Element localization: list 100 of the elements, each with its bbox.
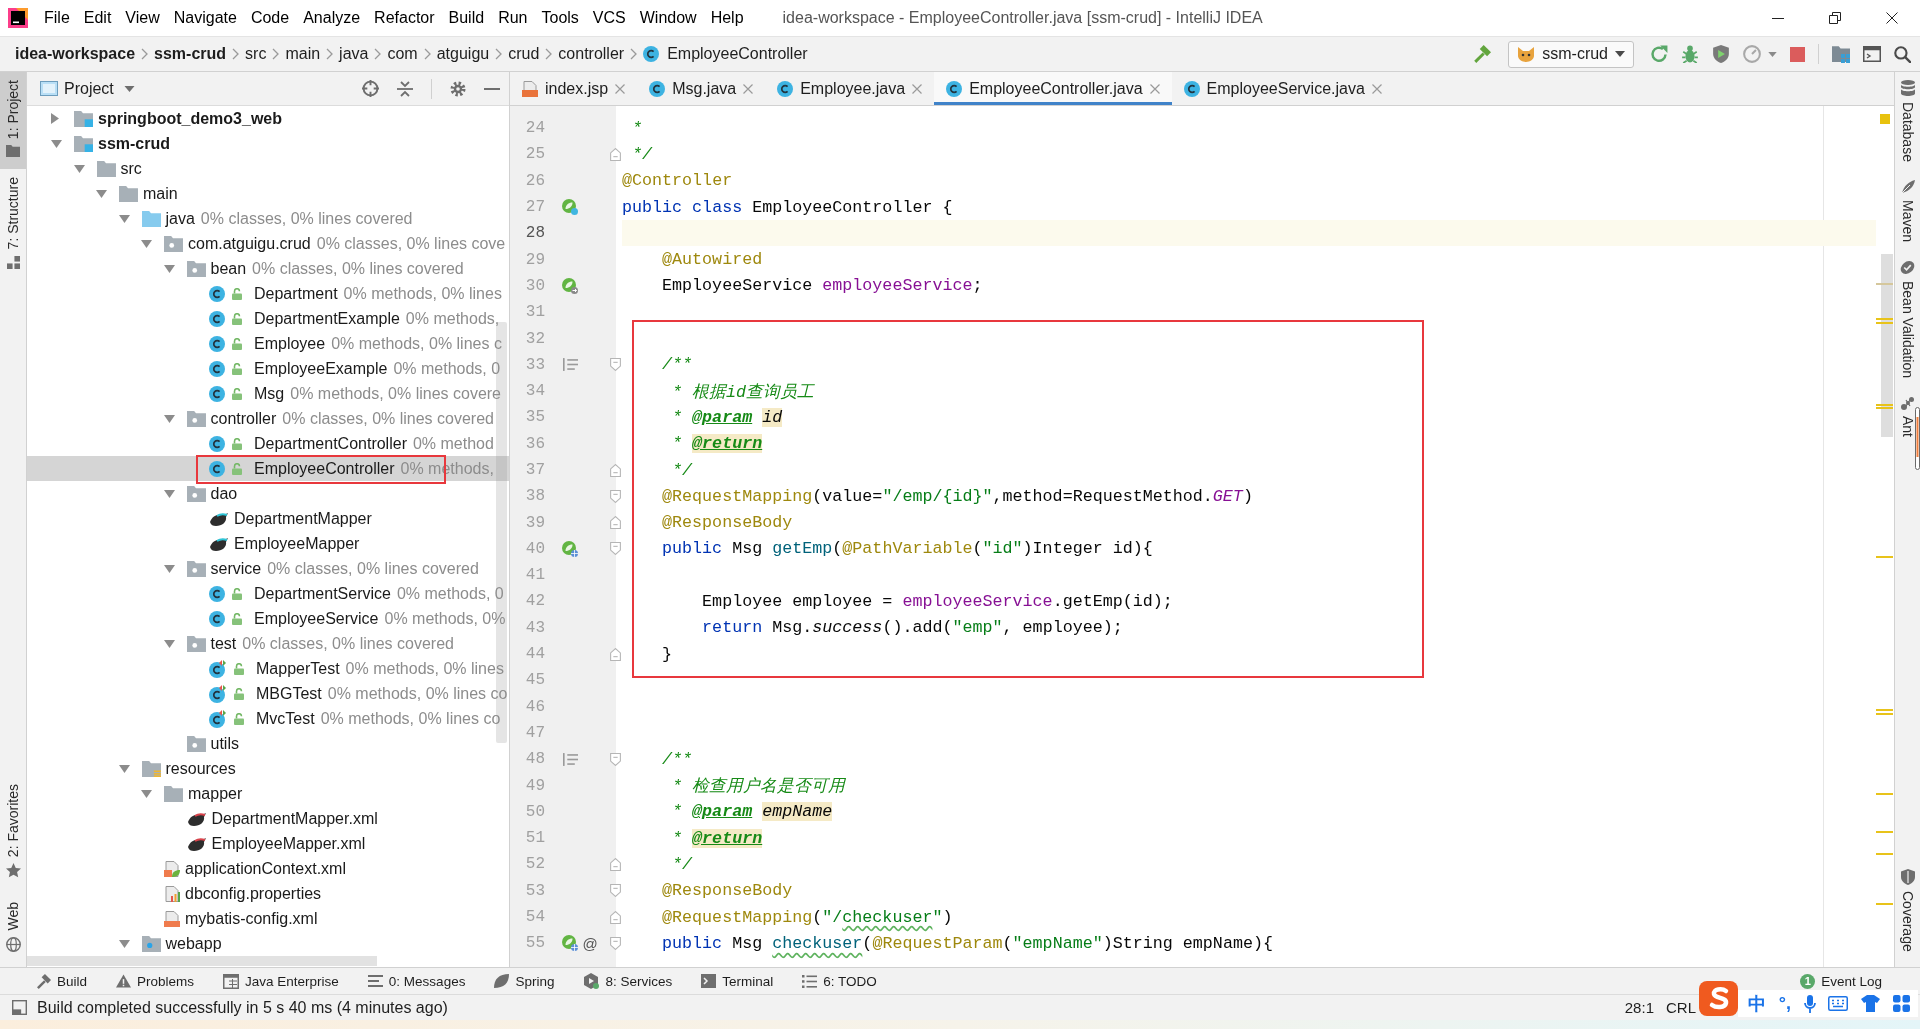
keyboard-icon[interactable] [1828, 996, 1849, 1011]
editor-tab[interactable]: Employee.java [765, 72, 935, 105]
tool-window-button[interactable]: 7: Structure [0, 169, 26, 281]
tree-item[interactable]: DepartmentService 0% methods, 0 [209, 581, 504, 606]
menu-item[interactable]: Refactor [367, 5, 442, 31]
breadcrumb-item[interactable]: atguigu [436, 42, 490, 66]
caret-down-icon[interactable] [1768, 51, 1777, 57]
tool-window-button[interactable]: Ant [1898, 388, 1917, 448]
tool-window-button[interactable]: Build [34, 970, 90, 992]
bug-icon[interactable] [1681, 45, 1699, 63]
tree-item[interactable]: DepartmentMapper.xml [186, 806, 378, 831]
menu-item[interactable]: Run [491, 5, 535, 31]
tree-item[interactable]: DepartmentExample 0% methods, [209, 306, 500, 331]
menu-item[interactable]: Window [632, 5, 704, 31]
tree-item[interactable]: bean 0% classes, 0% lines covered [163, 256, 464, 281]
s-logo-icon[interactable] [1699, 981, 1738, 1016]
menu-item[interactable]: Edit [76, 5, 119, 31]
tool-window-button[interactable]: 0: Messages [365, 970, 468, 992]
tree-item[interactable]: Department 0% methods, 0% lines [209, 281, 502, 306]
tool-window-button[interactable]: Web [0, 896, 26, 967]
menu-item[interactable]: Navigate [166, 5, 244, 31]
tree-item[interactable]: resources [118, 756, 236, 781]
collapse-icon[interactable] [397, 80, 413, 97]
menu-item[interactable]: Code [243, 5, 297, 31]
event-log-button[interactable]: 1 Event Log [1800, 973, 1882, 989]
tree-item[interactable]: EmployeeExample 0% methods, 0 [209, 356, 501, 381]
view-dropdown[interactable]: Project [64, 79, 135, 98]
punctuation-toggle[interactable]: °, [1778, 993, 1791, 1014]
stop-icon[interactable] [1790, 46, 1805, 62]
tool-window-button[interactable]: Problems [114, 970, 197, 992]
breadcrumb-item[interactable]: idea-workspace [15, 42, 136, 66]
panel-toggle-icon[interactable] [12, 1000, 27, 1015]
editor-tab[interactable]: Msg.java [637, 72, 766, 105]
tree-item[interactable]: DepartmentMapper [209, 506, 372, 531]
menu-item[interactable]: File [37, 5, 77, 31]
breadcrumb-item[interactable]: EmployeeController [643, 42, 808, 66]
tree-item[interactable]: service 0% classes, 0% lines covered [163, 556, 479, 581]
menu-item[interactable]: Build [441, 5, 492, 31]
grid-icon[interactable] [1892, 995, 1910, 1012]
shirt-icon[interactable] [1861, 995, 1881, 1012]
tree-item[interactable]: mybatis-config.xml [164, 906, 318, 931]
breadcrumb-item[interactable]: com [387, 42, 418, 66]
tree-item[interactable]: mapper [141, 781, 243, 806]
tree-item[interactable]: main [96, 181, 178, 206]
editor-tab[interactable]: index.jsp [510, 72, 638, 105]
tool-window-button[interactable]: Java Enterprise [221, 970, 341, 992]
line-separator[interactable]: CRL [1666, 999, 1696, 1016]
tree-item[interactable]: EmployeeMapper [209, 531, 360, 556]
minimize-icon[interactable] [1771, 17, 1784, 19]
tree-item[interactable]: webapp [118, 931, 222, 956]
tree-item[interactable]: MBGTest 0% methods, 0% lines co [209, 681, 508, 706]
tool-window-button[interactable]: 6: TODO [800, 970, 879, 992]
rerun-icon[interactable] [1650, 45, 1668, 63]
breadcrumb-item[interactable]: crud [508, 42, 540, 66]
tree-item[interactable]: dbconfig.properties [164, 881, 322, 906]
tool-window-button[interactable]: Maven [1898, 171, 1917, 252]
tree-item[interactable]: test 0% classes, 0% lines covered [163, 631, 454, 656]
caret-position[interactable]: 28:1 [1624, 999, 1654, 1016]
editor-tab[interactable]: EmployeeController.java [934, 72, 1172, 105]
close-icon[interactable] [1885, 12, 1898, 24]
breadcrumb-item[interactable]: ssm-crud [154, 42, 227, 66]
tool-window-button[interactable]: Bean Validation [1898, 251, 1917, 388]
hammer-icon[interactable] [1473, 45, 1492, 63]
shield-play-icon[interactable] [1712, 45, 1730, 63]
tree-item[interactable]: ssm-crud [51, 131, 171, 156]
tool-window-button[interactable]: 8: Services [581, 970, 675, 992]
tree-item[interactable]: dao [163, 481, 238, 506]
menu-item[interactable]: View [118, 5, 167, 31]
tree-item[interactable]: Employee 0% methods, 0% lines c [209, 331, 502, 356]
tree-item[interactable]: MvcTest 0% methods, 0% lines co [209, 706, 501, 731]
tree-item[interactable]: EmployeeService 0% methods, 0% [209, 606, 506, 631]
tree-item[interactable]: Msg 0% methods, 0% lines covere [209, 381, 501, 406]
tool-window-button[interactable]: 2: Favorites [0, 778, 26, 897]
tree-item[interactable]: controller 0% classes, 0% lines covered [163, 406, 494, 431]
breadcrumb-item[interactable]: java [339, 42, 369, 66]
menu-item[interactable]: Analyze [296, 5, 368, 31]
tool-window-button[interactable]: Spring [492, 970, 557, 992]
run-config-dropdown[interactable]: ssm-crud [1508, 40, 1634, 68]
tool-window-button[interactable]: Database [1898, 72, 1917, 172]
editor-tab[interactable]: EmployeeService.java [1171, 72, 1394, 105]
breadcrumb-item[interactable]: src [245, 42, 267, 66]
tool-window-button[interactable]: Coverage [1898, 863, 1917, 967]
window-icon[interactable] [1863, 46, 1881, 62]
tool-window-button[interactable]: Terminal [699, 970, 776, 992]
tree-item[interactable]: EmployeeMapper.xml [186, 831, 366, 856]
tree-item[interactable]: springboot_demo3_web [51, 106, 283, 131]
input-mode-toggle[interactable]: 中 [1748, 991, 1766, 1016]
search-icon[interactable] [1894, 45, 1911, 63]
microphone-icon[interactable] [1803, 994, 1816, 1013]
menu-item[interactable]: Help [703, 5, 751, 31]
crosshair-icon[interactable] [362, 80, 379, 97]
settings-icon[interactable] [450, 80, 466, 97]
tree-item[interactable]: utils [186, 731, 239, 756]
folder-grid-icon[interactable] [1832, 45, 1850, 63]
tree-item[interactable]: java 0% classes, 0% lines covered [118, 206, 413, 231]
restore-icon[interactable] [1828, 12, 1841, 24]
breadcrumb-item[interactable]: main [285, 42, 321, 66]
tool-window-button[interactable]: 1: Project [0, 72, 26, 170]
tree-item[interactable]: applicationContext.xml [164, 856, 346, 881]
gauge-icon[interactable] [1743, 45, 1761, 63]
